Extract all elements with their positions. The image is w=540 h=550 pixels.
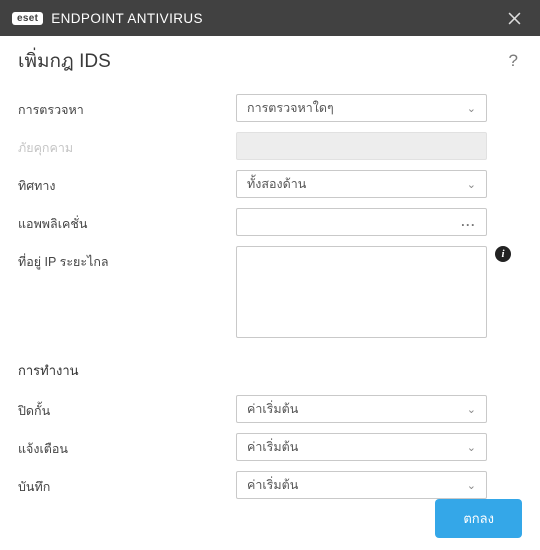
label-application: แอพพลิเคชั่น <box>18 208 236 234</box>
submit-button[interactable]: ตกลง <box>435 499 522 538</box>
chevron-down-icon: ⌄ <box>467 102 476 115</box>
info-icon[interactable]: i <box>495 246 511 262</box>
select-notify-value: ค่าเริ่มต้น <box>247 437 298 457</box>
select-block[interactable]: ค่าเริ่มต้น ⌄ <box>236 395 487 423</box>
select-log-value: ค่าเริ่มต้น <box>247 475 298 495</box>
section-action: การทํางาน <box>18 360 522 381</box>
chevron-down-icon: ⌄ <box>467 403 476 416</box>
label-log: บันทึก <box>18 471 236 497</box>
label-remote-ip: ที่อยู่ IP ระยะไกล <box>18 246 236 272</box>
label-notify: แจ้งเตือน <box>18 433 236 459</box>
chevron-down-icon: ⌄ <box>467 479 476 492</box>
select-block-value: ค่าเริ่มต้น <box>247 399 298 419</box>
help-icon[interactable]: ? <box>509 51 522 71</box>
select-log[interactable]: ค่าเริ่มต้น ⌄ <box>236 471 487 499</box>
label-detection: การตรวจหา <box>18 94 236 120</box>
select-direction-value: ทั้งสองด้าน <box>247 174 306 194</box>
chevron-down-icon: ⌄ <box>467 178 476 191</box>
close-icon[interactable] <box>498 2 530 34</box>
input-application[interactable]: ... <box>236 208 487 236</box>
select-detection-value: การตรวจหาใดๆ <box>247 98 334 118</box>
select-direction[interactable]: ทั้งสองด้าน ⌄ <box>236 170 487 198</box>
select-detection[interactable]: การตรวจหาใดๆ ⌄ <box>236 94 487 122</box>
browse-icon: ... <box>461 215 476 229</box>
textarea-remote-ip[interactable] <box>236 246 487 338</box>
page-title: เพิ่มกฎ IDS <box>18 46 111 76</box>
chevron-down-icon: ⌄ <box>467 441 476 454</box>
window-title: ENDPOINT ANTIVIRUS <box>51 11 498 26</box>
titlebar: eset ENDPOINT ANTIVIRUS <box>0 0 540 36</box>
brand-badge: eset <box>12 12 43 25</box>
select-notify[interactable]: ค่าเริ่มต้น ⌄ <box>236 433 487 461</box>
label-block: ปิดกั้น <box>18 395 236 421</box>
label-direction: ทิศทาง <box>18 170 236 196</box>
input-threat <box>236 132 487 160</box>
label-threat: ภัยคุกคาม <box>18 132 236 158</box>
